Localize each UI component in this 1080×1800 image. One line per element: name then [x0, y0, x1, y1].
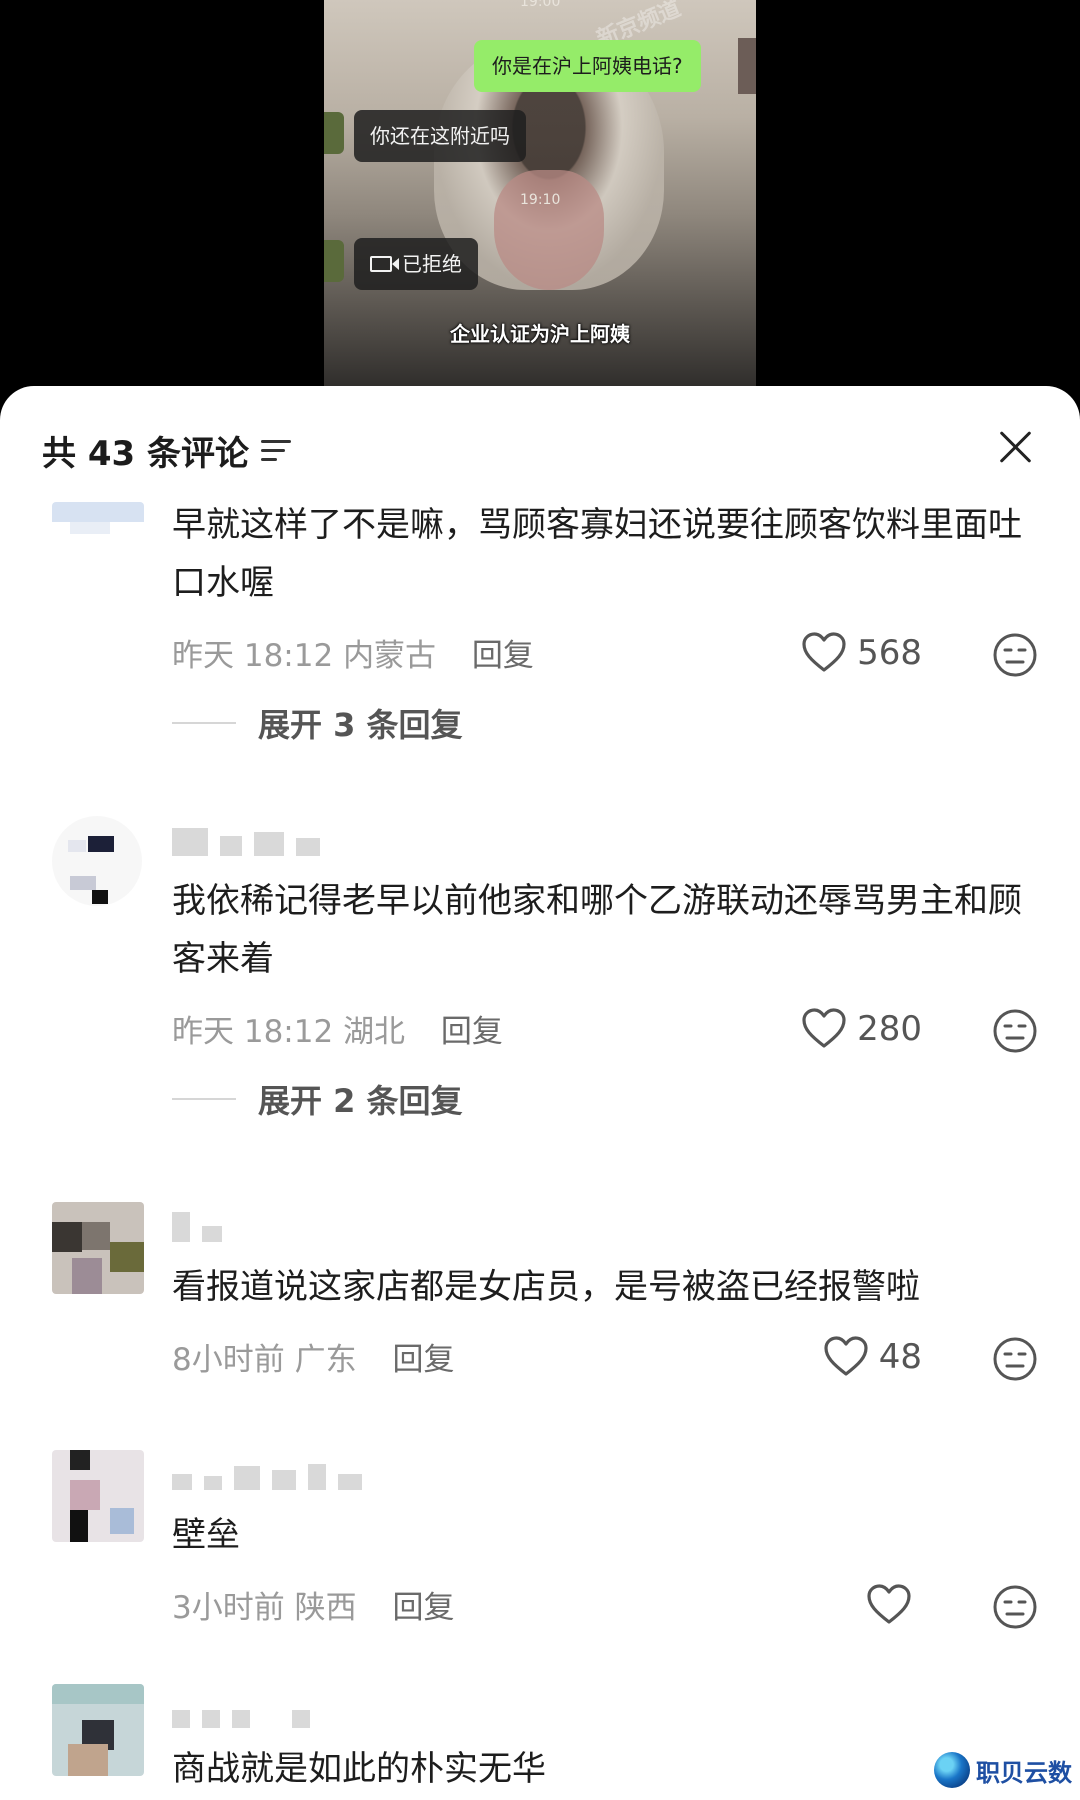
comment-meta: 昨天 18:12 湖北 回复	[172, 1006, 503, 1051]
chat-message-sent: 你是在沪上阿姨电话?	[474, 40, 701, 92]
comment-location: 广东	[294, 1342, 357, 1378]
username-redacted	[172, 1462, 362, 1490]
comments-count-title: 共 43 条评论	[42, 434, 249, 474]
chat-timestamp: 19:00	[520, 0, 561, 10]
comment-location: 陕西	[294, 1590, 357, 1626]
expand-replies-label: 展开 2 条回复	[258, 1082, 463, 1120]
brand-watermark: 职贝云数	[934, 1752, 1072, 1788]
comments-header: 共 43 条评论	[42, 426, 291, 475]
avatar[interactable]	[52, 1202, 144, 1294]
like-button[interactable]: 48	[823, 1336, 922, 1378]
heart-icon	[802, 1008, 846, 1048]
comment-location: 内蒙古	[343, 638, 437, 674]
comment-text: 壁垒	[172, 1515, 240, 1555]
dog-tongue-image	[494, 170, 604, 290]
comment-time: 8小时前	[172, 1342, 285, 1378]
chat-call-status: 已拒绝	[354, 238, 478, 290]
like-button[interactable]: 568	[801, 632, 922, 674]
reply-button[interactable]: 回复	[392, 1342, 454, 1378]
like-count: 48	[878, 1337, 922, 1377]
comment-text: 早就这样了不是嘛，骂顾客寡妇还说要往顾客饮料里面吐口水喔	[172, 505, 1022, 603]
dislike-face-icon[interactable]	[992, 632, 1038, 678]
close-icon[interactable]	[990, 422, 1040, 472]
avatar[interactable]	[52, 1684, 144, 1776]
comment-meta: 8小时前 广东 回复	[172, 1334, 454, 1379]
username-redacted	[172, 1212, 222, 1242]
heart-icon	[802, 632, 846, 672]
comment-time: 昨天 18:12	[172, 1014, 334, 1050]
comment-text: 我依稀记得老早以前他家和哪个乙游联动还辱骂男主和顾客来着	[172, 881, 1022, 979]
chat-avatar-left	[324, 112, 344, 154]
brand-watermark-text: 职贝云数	[976, 1758, 1072, 1787]
expand-replies-button[interactable]: 展开 2 条回复	[172, 1076, 463, 1122]
reply-button[interactable]: 回复	[441, 1014, 503, 1050]
comment-time: 昨天 18:12	[172, 638, 334, 674]
screen: 新京频道 19:00 你是在沪上阿姨电话? 你还在这附近吗 19:10 已拒绝 …	[0, 0, 1080, 1800]
video-call-icon	[370, 255, 399, 272]
dislike-face-icon[interactable]	[992, 1584, 1038, 1630]
globe-logo-icon	[934, 1752, 970, 1788]
heart-icon	[867, 1584, 911, 1624]
like-button[interactable]: 280	[801, 1008, 922, 1050]
avatar[interactable]	[52, 816, 142, 906]
chat-timestamp-mid: 19:10	[520, 192, 561, 208]
reply-button[interactable]: 回复	[392, 1590, 454, 1626]
comment-time: 3小时前	[172, 1590, 285, 1626]
video-subtitle: 企业认证为沪上阿姨	[450, 322, 630, 346]
like-count: 280	[857, 1009, 922, 1049]
chat-avatar-right	[738, 38, 756, 94]
expand-replies-label: 展开 3 条回复	[258, 706, 463, 744]
filter-icon[interactable]	[261, 438, 291, 464]
comment-meta: 3小时前 陕西 回复	[172, 1582, 454, 1627]
comment-meta: 昨天 18:12 内蒙古 回复	[172, 630, 534, 675]
reply-button[interactable]: 回复	[472, 638, 534, 674]
like-count: 568	[857, 633, 922, 673]
comments-panel: 共 43 条评论 早就这样了不是嘛，骂顾客寡妇还说要往顾客饮料里面吐口水喔 昨天…	[0, 386, 1080, 1800]
chat-message-received: 你还在这附近吗	[354, 110, 526, 162]
heart-icon	[824, 1336, 868, 1376]
expand-divider	[172, 722, 236, 724]
username-redacted	[172, 828, 320, 856]
comment-text: 看报道说这家店都是女店员，是号被盗已经报警啦	[172, 1267, 920, 1307]
chat-avatar-left-2	[324, 240, 344, 282]
expand-divider	[172, 1098, 236, 1100]
like-button[interactable]	[866, 1584, 922, 1626]
dislike-face-icon[interactable]	[992, 1008, 1038, 1054]
comment-text: 商战就是如此的朴实无华	[172, 1749, 546, 1789]
avatar[interactable]	[52, 1450, 144, 1542]
expand-replies-button[interactable]: 展开 3 条回复	[172, 700, 463, 746]
avatar[interactable]	[52, 502, 144, 534]
call-status-text: 已拒绝	[402, 252, 462, 276]
username-redacted	[172, 1700, 310, 1728]
dislike-face-icon[interactable]	[992, 1336, 1038, 1382]
comment-location: 湖北	[343, 1014, 406, 1050]
video-player[interactable]: 新京频道 19:00 你是在沪上阿姨电话? 你还在这附近吗 19:10 已拒绝 …	[324, 0, 756, 390]
